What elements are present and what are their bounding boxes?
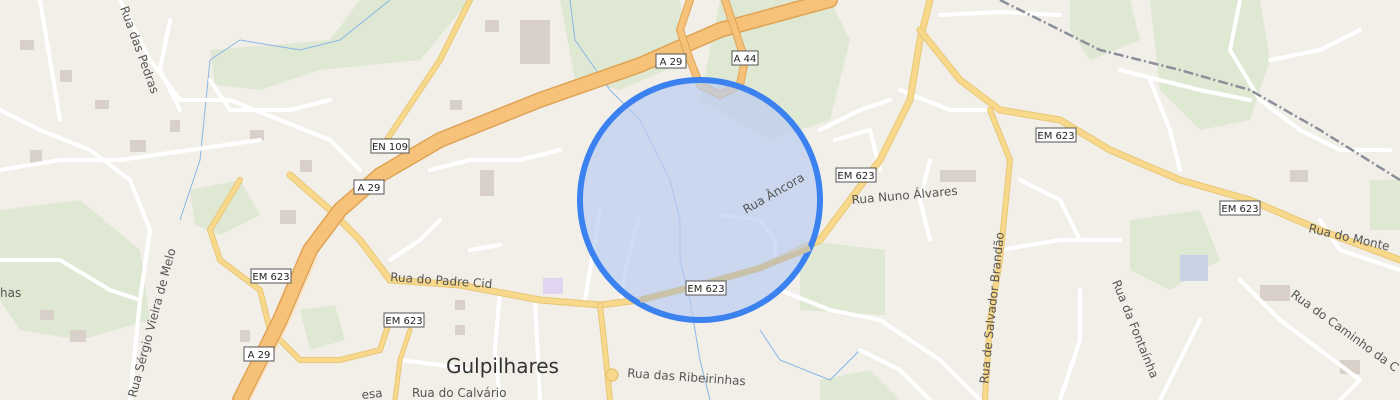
building-purple <box>543 278 563 294</box>
label-rua-salvador: Rua de Salvador Brandão <box>977 231 1007 384</box>
label-rua-padre-cid: Rua do Padre Cid <box>390 270 493 291</box>
label-rua-esa: esa <box>361 386 383 400</box>
label-rua-das-pedras: Rua das Pedras <box>117 4 162 95</box>
label-rua-has: has <box>0 286 21 300</box>
shield-a29-mid: A 29 <box>353 179 385 195</box>
shield-em623-d: EM 623 <box>835 167 877 183</box>
svg-text:EM 623: EM 623 <box>385 316 422 327</box>
map-layer: A 29 A 44 A 29 A 29 EN 109 EM 623 EM 623… <box>0 0 1400 400</box>
svg-text:A 29: A 29 <box>358 183 381 194</box>
shield-em623-e: EM 623 <box>1035 127 1077 143</box>
svg-text:A 29: A 29 <box>660 57 683 68</box>
shield-em623-f: EM 623 <box>1219 200 1261 216</box>
svg-text:EM 623: EM 623 <box>252 272 289 283</box>
svg-text:EM 623: EM 623 <box>1221 204 1258 215</box>
shield-a44: A 44 <box>731 50 759 66</box>
svg-text:EM 623: EM 623 <box>837 171 874 182</box>
svg-text:A 44: A 44 <box>734 54 757 65</box>
label-rua-ribeirinhas: Rua das Ribeirinhas <box>627 366 746 388</box>
place-label-gulpilhares: Gulpilhares <box>446 354 559 378</box>
svg-text:EM 623: EM 623 <box>1037 131 1074 142</box>
shield-a29-top: A 29 <box>655 53 687 69</box>
shield-a29-bottom: A 29 <box>243 346 275 362</box>
building-blue <box>1180 255 1208 281</box>
label-rua-nuno: Rua Nuno Álvares <box>851 183 958 207</box>
map-canvas[interactable]: A 29 A 44 A 29 A 29 EN 109 EM 623 EM 623… <box>0 0 1400 400</box>
shield-em623-b: EM 623 <box>383 312 425 328</box>
label-rua-calvario: Rua do Calvário <box>412 386 506 400</box>
svg-text:EN 109: EN 109 <box>372 142 408 153</box>
label-rua-fontainha: Rua da Fontaínha <box>1109 278 1161 380</box>
shield-em623-a: EM 623 <box>250 268 292 284</box>
shield-em623-c: EM 623 <box>685 280 727 296</box>
svg-text:A 29: A 29 <box>248 350 271 361</box>
svg-text:EM 623: EM 623 <box>687 284 724 295</box>
shield-en109: EN 109 <box>370 138 410 154</box>
